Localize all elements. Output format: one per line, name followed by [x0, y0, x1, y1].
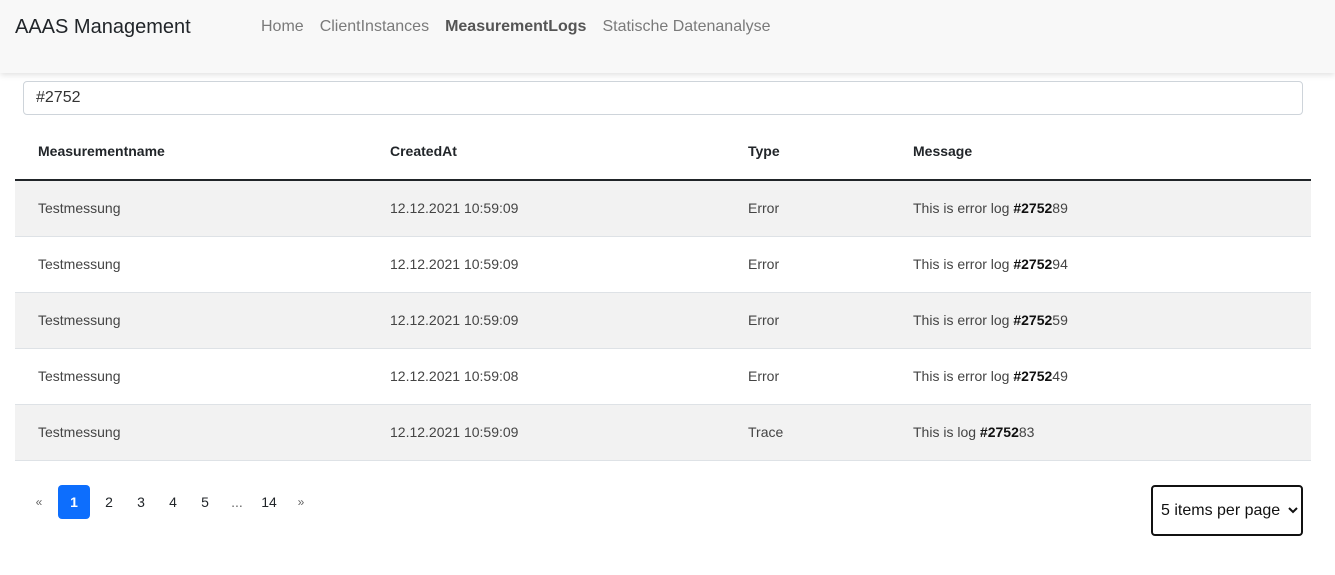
- cell-message: This is log #275283: [890, 404, 1311, 461]
- main-nav: Home ClientInstances MeasurementLogs Sta…: [261, 18, 771, 36]
- message-suffix: 89: [1052, 200, 1068, 217]
- navbar: AAAS Management Home ClientInstances Mea…: [0, 0, 1335, 73]
- cell-createdat: 12.12.2021 10:59:09: [367, 236, 725, 293]
- table-row[interactable]: Testmessung 12.12.2021 10:59:09 Trace Th…: [15, 404, 1311, 461]
- page-5-button[interactable]: 5: [192, 485, 218, 519]
- header-measurementname[interactable]: Measurementname: [15, 122, 367, 181]
- table-header-row: Measurementname CreatedAt Type Message: [15, 122, 1311, 181]
- cell-type: Error: [725, 180, 890, 237]
- nav-home[interactable]: Home: [261, 18, 304, 36]
- page-prev-button[interactable]: «: [26, 485, 52, 519]
- cell-type: Error: [725, 236, 890, 293]
- header-type[interactable]: Type: [725, 122, 890, 181]
- page-3-button[interactable]: 3: [128, 485, 154, 519]
- cell-type: Error: [725, 292, 890, 349]
- header-message[interactable]: Message: [890, 122, 1311, 181]
- cell-measurementname: Testmessung: [15, 236, 367, 293]
- message-text: This is error log: [913, 368, 1014, 384]
- cell-measurementname: Testmessung: [15, 404, 367, 461]
- cell-message: This is error log #275249: [890, 348, 1311, 405]
- page-1-button[interactable]: 1: [58, 485, 90, 519]
- message-suffix: 83: [1018, 424, 1035, 440]
- table-row[interactable]: Testmessung 12.12.2021 10:59:09 Error Th…: [15, 292, 1311, 349]
- table-row[interactable]: Testmessung 12.12.2021 10:59:09 Error Th…: [15, 236, 1311, 293]
- cell-createdat: 12.12.2021 10:59:09: [367, 404, 725, 461]
- cell-message: This is error log #275289: [890, 180, 1311, 237]
- message-text: This is error log: [913, 200, 1014, 217]
- search-highlight: #2752: [1013, 200, 1053, 217]
- message-text: This is log: [913, 424, 980, 440]
- search-highlight: #2752: [979, 424, 1019, 440]
- search-input[interactable]: [23, 81, 1303, 115]
- items-per-page-select[interactable]: 5 items per page: [1151, 485, 1303, 536]
- cell-measurementname: Testmessung: [15, 348, 367, 405]
- page-next-button[interactable]: »: [288, 485, 314, 519]
- header-createdat[interactable]: CreatedAt: [367, 122, 725, 181]
- page-14-button[interactable]: 14: [256, 485, 282, 519]
- brand-title[interactable]: AAAS Management: [15, 16, 191, 39]
- table-row[interactable]: Testmessung 12.12.2021 10:59:08 Error Th…: [15, 348, 1311, 405]
- cell-createdat: 12.12.2021 10:59:09: [367, 180, 725, 237]
- cell-message: This is error log #275259: [890, 292, 1311, 349]
- cell-measurementname: Testmessung: [15, 292, 367, 349]
- cell-measurementname: Testmessung: [15, 180, 367, 237]
- cell-createdat: 12.12.2021 10:59:09: [367, 292, 725, 349]
- message-text: This is error log: [913, 312, 1014, 328]
- search-highlight: #2752: [1013, 312, 1053, 328]
- page-ellipsis: ...: [231, 494, 243, 510]
- message-suffix: 49: [1052, 368, 1068, 384]
- message-text: This is error log: [913, 256, 1014, 272]
- logs-table: Measurementname CreatedAt Type Message T…: [15, 122, 1311, 461]
- search-highlight: #2752: [1013, 256, 1053, 272]
- cell-type: Error: [725, 348, 890, 405]
- page-4-button[interactable]: 4: [160, 485, 186, 519]
- cell-message: This is error log #275294: [890, 236, 1311, 293]
- nav-client-instances[interactable]: ClientInstances: [320, 18, 429, 36]
- search-highlight: #2752: [1013, 368, 1053, 384]
- cell-createdat: 12.12.2021 10:59:08: [367, 348, 725, 405]
- nav-statische-datenanalyse[interactable]: Statische Datenanalyse: [602, 18, 770, 36]
- page-2-button[interactable]: 2: [96, 485, 122, 519]
- cell-type: Trace: [725, 404, 890, 461]
- pagination: « 1 2 3 4 5 ... 14 »: [26, 485, 320, 519]
- nav-measurement-logs[interactable]: MeasurementLogs: [445, 18, 586, 36]
- message-suffix: 94: [1052, 256, 1068, 272]
- table-row[interactable]: Testmessung 12.12.2021 10:59:09 Error Th…: [15, 180, 1311, 237]
- message-suffix: 59: [1052, 312, 1068, 328]
